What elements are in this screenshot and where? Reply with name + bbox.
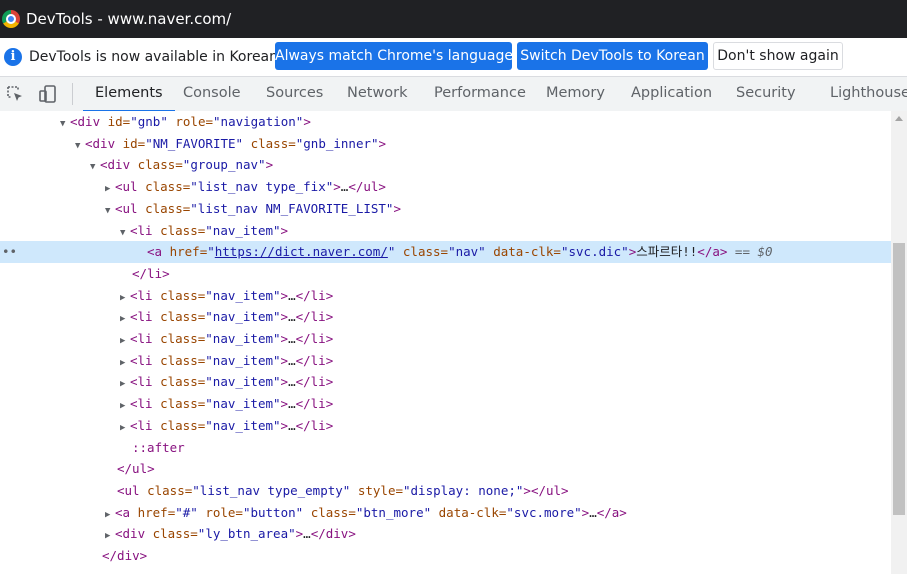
elements-dom-tree: ▼ <div id="gnb" role="navigation"> ▼ <div … <box>0 111 891 574</box>
dom-node-ul-type-empty[interactable]: <ul class="list_nav type_empty" style="d… <box>117 480 569 502</box>
scroll-up-arrow-icon[interactable] <box>895 116 903 121</box>
tab-elements[interactable]: Elements <box>83 77 175 112</box>
dom-node-li-collapsed[interactable]: ▶ <li class="nav_item">…</li> <box>120 371 333 393</box>
dom-node-li-collapsed[interactable]: ▶ <li class="nav_item">…</li> <box>120 393 333 415</box>
devtools-tab-bar: Elements Console Sources Network Perform… <box>0 77 907 112</box>
tab-network[interactable]: Network <box>347 77 408 111</box>
tab-application[interactable]: Application <box>631 77 712 111</box>
dom-node-a-selected[interactable]: •• <a href="https://dict.naver.com/" cla… <box>0 241 891 263</box>
info-icon: i <box>4 48 22 66</box>
infobar-message: DevTools is now available in Korean! <box>29 49 284 65</box>
dom-node-ul-close[interactable]: </ul> <box>117 458 155 480</box>
selected-node-marker: == $0 <box>727 244 773 260</box>
dom-node-li-collapsed[interactable]: ▶ <li class="nav_item">…</li> <box>120 350 333 372</box>
dom-node-li-collapsed[interactable]: ▶ <li class="nav_item">…</li> <box>120 415 333 437</box>
dom-node-div-gnb[interactable]: ▼ <div id="gnb" role="navigation"> <box>60 111 311 133</box>
window-title-bar: DevTools - www.naver.com/ <box>0 0 907 38</box>
dom-node-after-pseudo[interactable]: ::after <box>132 437 185 459</box>
toolbar-divider <box>72 83 73 105</box>
dom-node-ul-favorite-list[interactable]: ▼ <ul class="list_nav NM_FAVORITE_LIST"> <box>105 198 401 220</box>
device-toolbar-icon[interactable] <box>38 84 58 104</box>
dom-node-li-collapsed[interactable]: ▶ <li class="nav_item">…</li> <box>120 285 333 307</box>
dom-node-li-collapsed[interactable]: ▶ <li class="nav_item">…</li> <box>120 328 333 350</box>
expanded-triangle-icon[interactable]: ▼ <box>105 201 115 223</box>
expanded-triangle-icon[interactable]: ▼ <box>90 157 100 179</box>
always-match-language-button[interactable]: Always match Chrome's language <box>275 42 513 70</box>
tab-lighthouse[interactable]: Lighthouse <box>830 77 907 111</box>
window-title: DevTools - www.naver.com/ <box>26 10 232 28</box>
expanded-triangle-icon[interactable]: ▼ <box>75 136 85 158</box>
dont-show-again-button[interactable]: Don't show again <box>713 42 843 70</box>
inspect-element-icon[interactable] <box>5 84 25 104</box>
dom-node-ul-type-fix[interactable]: ▶ <ul class="list_nav type_fix">…</ul> <box>105 176 386 198</box>
dom-node-li-collapsed[interactable]: ▶ <li class="nav_item">…</li> <box>120 306 333 328</box>
vertical-scrollbar[interactable] <box>891 111 907 574</box>
collapsed-triangle-icon[interactable]: ▶ <box>120 418 130 440</box>
dom-node-div-nm-favorite[interactable]: ▼ <div id="NM_FAVORITE" class="gnb_inner"… <box>75 133 386 155</box>
tab-sources[interactable]: Sources <box>266 77 323 111</box>
expanded-triangle-icon[interactable]: ▼ <box>60 114 70 136</box>
tab-security[interactable]: Security <box>736 77 796 111</box>
chrome-logo-icon <box>2 10 20 28</box>
dom-node-li-close[interactable]: </li> <box>132 263 170 285</box>
scrollbar-thumb[interactable] <box>893 243 905 515</box>
dom-node-div-close[interactable]: </div> <box>102 545 147 567</box>
tab-performance[interactable]: Performance <box>434 77 526 111</box>
dom-node-a-btn-more[interactable]: ▶ <a href="#" role="button" class="btn_mo… <box>105 502 627 524</box>
href-link[interactable]: https://dict.naver.com/ <box>215 244 388 259</box>
tab-memory[interactable]: Memory <box>546 77 605 111</box>
dom-node-div-group-nav[interactable]: ▼ <div class="group_nav"> <box>90 154 273 176</box>
more-options-dots[interactable]: •• <box>2 241 17 263</box>
dom-node-div-ly-btn-area[interactable]: ▶ <div class="ly_btn_area">…</div> <box>105 523 356 545</box>
tab-console[interactable]: Console <box>183 77 241 111</box>
language-infobar: i DevTools is now available in Korean! A… <box>0 38 907 77</box>
dom-node-li-nav-item[interactable]: ▼ <li class="nav_item"> <box>120 220 288 242</box>
switch-to-korean-button[interactable]: Switch DevTools to Korean <box>517 42 708 70</box>
